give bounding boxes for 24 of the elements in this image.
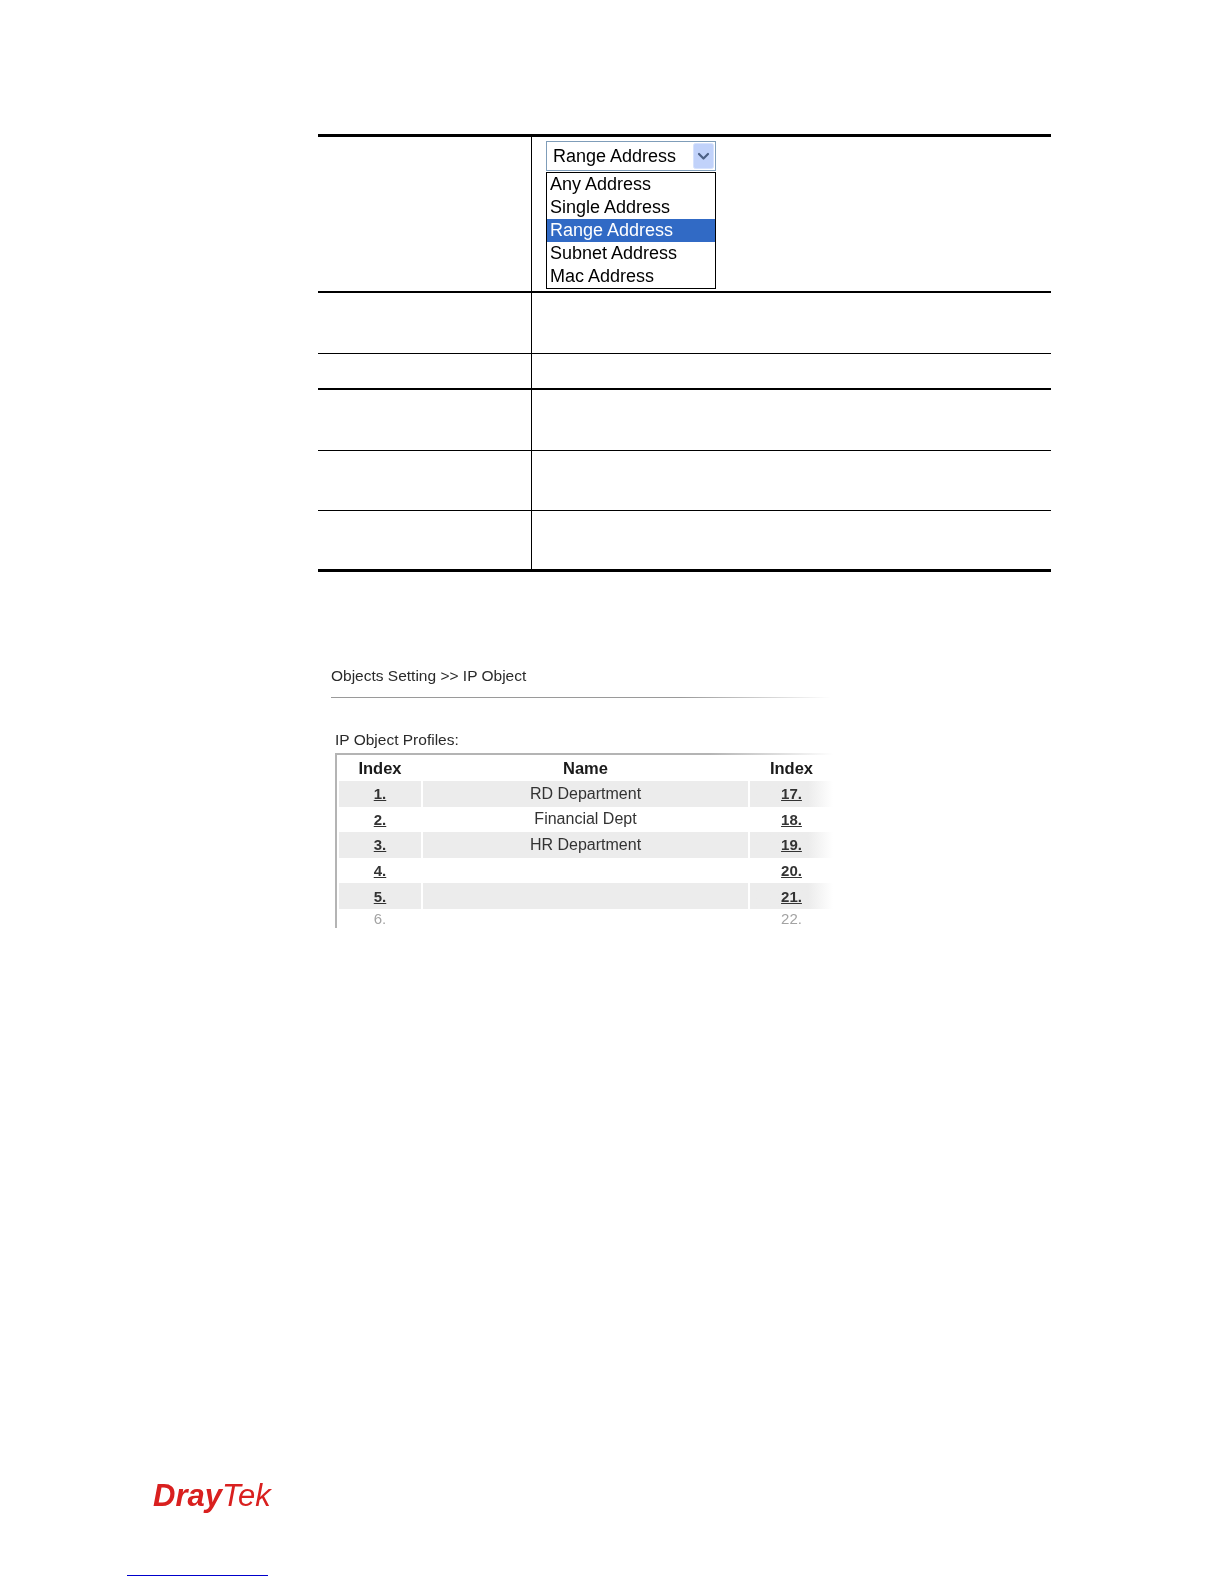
index-link[interactable]: 1. bbox=[373, 785, 387, 803]
address-type-select[interactable]: Range Address bbox=[546, 141, 716, 171]
index-link[interactable]: 19. bbox=[781, 836, 802, 854]
table-cell: HR Department bbox=[423, 832, 748, 858]
index-link[interactable]: 21. bbox=[781, 887, 802, 905]
index-link[interactable]: 18. bbox=[781, 810, 802, 828]
section-title: IP Object Profiles: bbox=[335, 731, 459, 749]
index-link[interactable]: 3. bbox=[373, 836, 387, 854]
column-header: Index bbox=[769, 758, 814, 778]
chevron-down-icon[interactable] bbox=[693, 143, 714, 169]
index-link[interactable]: 4. bbox=[373, 862, 387, 880]
index-link[interactable]: 20. bbox=[781, 862, 802, 880]
table-cell: RD Department bbox=[423, 781, 748, 807]
index-link[interactable]: 2. bbox=[373, 810, 387, 828]
logo-text: DrayTek bbox=[153, 1477, 271, 1514]
index-link[interactable]: 5. bbox=[373, 887, 387, 905]
column-header: Name bbox=[563, 758, 608, 778]
column-header: Index bbox=[358, 758, 402, 778]
dropdown-option[interactable]: Range Address bbox=[547, 219, 715, 242]
index-link[interactable]: 17. bbox=[781, 785, 802, 803]
index-text: 22. bbox=[781, 910, 802, 928]
table-cell-text: Financial Dept bbox=[533, 809, 638, 830]
breadcrumb-text: Objects Setting >> IP Object bbox=[331, 667, 527, 685]
index-text: 6. bbox=[373, 910, 387, 928]
